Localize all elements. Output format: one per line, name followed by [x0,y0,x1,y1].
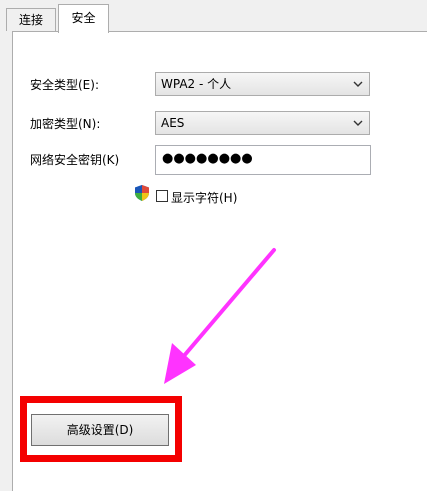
network-key-input[interactable]: ●●●●●●●● [155,145,371,175]
encryption-type-label: 加密类型(N): [30,117,101,131]
security-type-value: WPA2 - 个人 [161,77,232,91]
network-key-label: 网络安全密钥(K) [30,153,120,167]
uac-shield-icon [135,185,149,201]
show-characters-checkbox[interactable] [156,190,168,202]
chevron-down-icon [353,112,363,134]
show-characters-label: 显示字符(H) [171,191,238,205]
highlight-box [20,396,182,462]
encryption-type-value: AES [161,116,185,130]
tab-security[interactable]: 安全 [58,4,109,33]
encryption-type-select[interactable]: AES [155,111,370,135]
chevron-down-icon [353,73,363,95]
tab-strip: 连接 安全 [0,0,427,33]
security-type-label: 安全类型(E): [30,78,99,92]
security-type-select[interactable]: WPA2 - 个人 [155,72,370,96]
tab-connection[interactable]: 连接 [6,8,56,31]
